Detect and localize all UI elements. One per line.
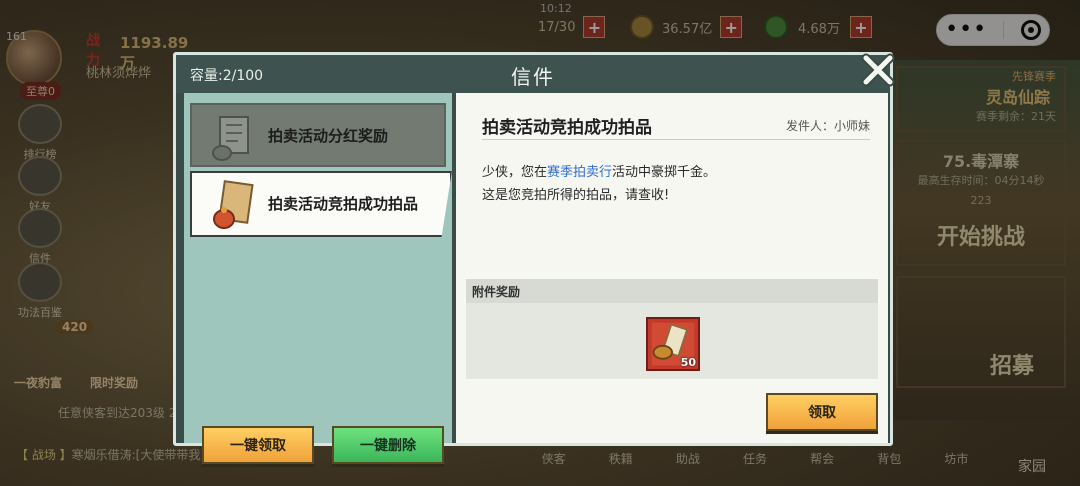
- claim-all-button[interactable]: 一键领取: [202, 426, 314, 464]
- mail-item-title: 拍卖活动竞拍成功拍品: [268, 195, 419, 213]
- body-text: 活动中豪掷千金。: [612, 165, 717, 180]
- mail-dialog: 容量:2/100 信件 拍卖活动分红奖励 拍卖活动竞拍成功拍品 一键领取 一键删…: [173, 52, 896, 464]
- auction-link[interactable]: 赛季拍卖行: [547, 165, 612, 180]
- mail-body-line-2: 这是您竞拍所得的拍品，请查收!: [482, 188, 670, 203]
- mail-list: 拍卖活动分红奖励 拍卖活动竞拍成功拍品 一键领取 一键删除: [184, 93, 452, 464]
- envelope-money-bag-icon: [213, 180, 254, 229]
- delete-all-button[interactable]: 一键删除: [332, 426, 444, 464]
- attachment-header: 附件奖励: [466, 279, 878, 303]
- dialog-title: 信件: [511, 65, 555, 89]
- body-text: 少侠，您在: [482, 165, 548, 180]
- reward-item-quantity: 50: [680, 356, 696, 369]
- mail-item-title: 拍卖活动分红奖励: [268, 127, 389, 145]
- divider: [482, 139, 870, 140]
- attachment-label: 附件奖励: [472, 285, 521, 299]
- mail-item-dividend[interactable]: 拍卖活动分红奖励: [190, 103, 446, 167]
- close-icon: [861, 53, 895, 87]
- mail-detail: 拍卖活动竞拍成功拍品 发件人：小师妹 少侠，您在赛季拍卖行活动中豪掷千金。 这是…: [456, 93, 888, 443]
- mail-item-auction-win[interactable]: 拍卖活动竞拍成功拍品: [190, 171, 452, 237]
- attachment-section: 附件奖励 50: [466, 279, 878, 379]
- close-button[interactable]: [860, 53, 896, 87]
- reward-item-slot[interactable]: 50: [646, 317, 700, 371]
- mail-sender: 发件人：小师妹: [785, 119, 870, 133]
- claim-button[interactable]: 领取: [766, 393, 878, 431]
- mail-body: 少侠，您在赛季拍卖行活动中豪掷千金。 这是您竞拍所得的拍品，请查收!: [482, 161, 716, 207]
- mail-body-line-1: 少侠，您在赛季拍卖行活动中豪掷千金。: [482, 161, 716, 184]
- dialog-header: 容量:2/100 信件: [176, 55, 890, 93]
- scroll-letter-icon: [212, 116, 249, 161]
- mail-subject: 拍卖活动竞拍成功拍品: [482, 118, 652, 138]
